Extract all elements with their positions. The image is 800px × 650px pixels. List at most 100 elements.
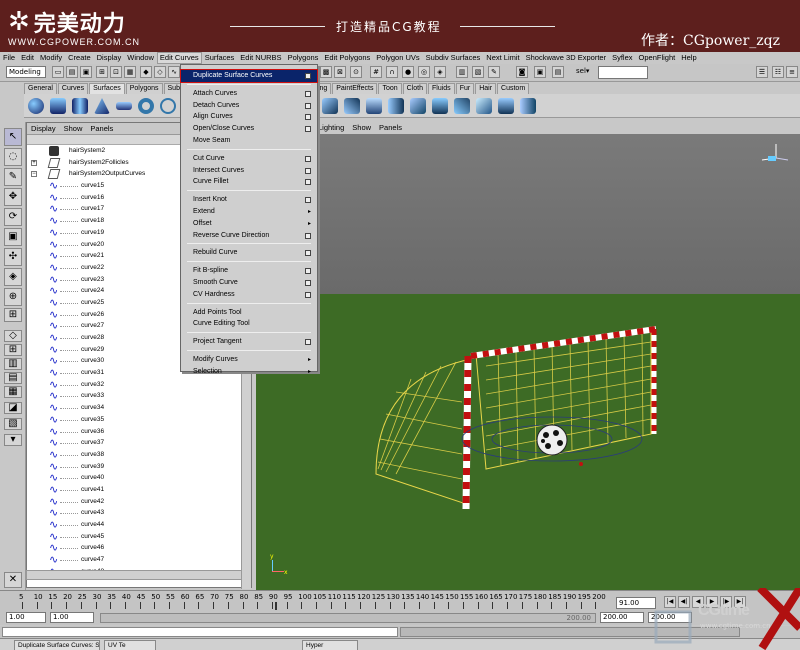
selection-field-label[interactable]: sel▾: [576, 67, 589, 75]
menu-next-limit[interactable]: Next Limit: [483, 52, 522, 64]
menu-subdiv-surfaces[interactable]: Subdiv Surfaces: [423, 52, 484, 64]
shelf-tab-surfaces[interactable]: Surfaces: [89, 83, 125, 94]
input-ops-icon[interactable]: ▥: [456, 66, 468, 78]
open-scene-icon[interactable]: ▤: [66, 66, 78, 78]
make-live-icon[interactable]: ◈: [434, 66, 446, 78]
option-box-icon[interactable]: [305, 291, 311, 298]
range-track[interactable]: 200.00: [100, 613, 596, 623]
menu-window[interactable]: Window: [124, 52, 157, 64]
menu-modify[interactable]: Modify: [37, 52, 65, 64]
menu-item-curve-fillet[interactable]: Curve Fillet: [181, 176, 317, 188]
shelf-tab-painteffects[interactable]: PaintEffects: [332, 83, 378, 94]
shelf-tab-cloth[interactable]: Cloth: [402, 83, 427, 94]
menu-polygon-uvs[interactable]: Polygon UVs: [373, 52, 422, 64]
outliner-curve-item[interactable]: ∿ curve36: [27, 426, 251, 438]
shelf-tab-hair[interactable]: Hair: [475, 83, 497, 94]
menu-item-rebuild-curve[interactable]: Rebuild Curve: [181, 247, 317, 259]
highlight-selection-icon[interactable]: ⊙: [350, 66, 362, 78]
layout-four-icon[interactable]: ⊞: [4, 344, 22, 356]
nurbs-cylinder-icon[interactable]: [72, 98, 88, 114]
construction-history-icon[interactable]: ✎: [488, 66, 500, 78]
option-box-icon[interactable]: [305, 268, 311, 275]
menu-syflex[interactable]: Syflex: [609, 52, 635, 64]
menu-item-selection[interactable]: Selection ▸: [181, 366, 317, 378]
menu-item-open-close-curves[interactable]: Open/Close Curves: [181, 123, 317, 135]
outliner-curve-item[interactable]: ∿ curve39: [27, 461, 251, 473]
snap-point-icon[interactable]: ●: [402, 66, 414, 78]
new-scene-icon[interactable]: ▭: [52, 66, 64, 78]
render-frame-icon[interactable]: ▣: [534, 66, 546, 78]
option-box-icon[interactable]: [305, 90, 311, 97]
layout-hypershade-icon[interactable]: ▧: [4, 418, 22, 430]
taskbar-item[interactable]: Duplicate Surface Curves: S: [14, 640, 100, 650]
select-surface-icon[interactable]: ▩: [320, 66, 332, 78]
menu-item-modify-curves[interactable]: Modify Curves ▸: [181, 354, 317, 366]
goal-net[interactable]: [375, 328, 652, 505]
layout-graph-icon[interactable]: ◪: [4, 402, 22, 414]
lasso-tool-icon[interactable]: ◌: [4, 148, 22, 166]
option-box-icon[interactable]: [305, 280, 311, 286]
attach-surfaces-icon[interactable]: [498, 98, 514, 114]
shelf-tab-curves[interactable]: Curves: [57, 83, 89, 94]
menu-edit-curves[interactable]: Edit Curves: [156, 52, 202, 64]
render-view-icon[interactable]: ◙: [516, 66, 528, 78]
menu-item-offset[interactable]: Offset ▸: [181, 218, 317, 230]
outliner-menu-show[interactable]: Show: [60, 123, 87, 134]
expand-toggle-icon[interactable]: −: [31, 171, 37, 178]
menu-help[interactable]: Help: [678, 52, 699, 64]
menu-create[interactable]: Create: [65, 52, 94, 64]
snap-grid-icon[interactable]: #: [370, 66, 382, 78]
menu-item-cut-curve[interactable]: Cut Curve: [181, 153, 317, 165]
extrude-icon[interactable]: [366, 98, 382, 114]
menu-item-intersect-curves[interactable]: Intersect Curves: [181, 165, 317, 177]
playback-end-field[interactable]: 200.00: [600, 612, 644, 623]
outliner-curve-item[interactable]: ∿ curve35: [27, 414, 251, 426]
menu-file[interactable]: File: [0, 52, 18, 64]
save-scene-icon[interactable]: ▣: [80, 66, 92, 78]
layout-side-icon[interactable]: ▥: [4, 358, 22, 370]
menu-item-reverse-curve-direction[interactable]: Reverse Curve Direction: [181, 230, 317, 242]
menu-item-attach-curves[interactable]: Attach Curves: [181, 88, 317, 100]
outliner-curve-item[interactable]: ∿ curve42: [27, 496, 251, 508]
outliner-menu-panels[interactable]: Panels: [86, 123, 117, 134]
outliner-curve-item[interactable]: ∿ curve43: [27, 507, 251, 519]
loft-icon[interactable]: [322, 98, 338, 114]
menu-openflight[interactable]: OpenFlight: [636, 52, 679, 64]
view-axis-icon[interactable]: [761, 144, 789, 161]
selection-field[interactable]: [598, 66, 648, 79]
snap-view-icon[interactable]: ◎: [418, 66, 430, 78]
taskbar-item[interactable]: Hyper: [302, 640, 358, 650]
menu-item-extend[interactable]: Extend ▸: [181, 206, 317, 218]
shelf-tab-fluids[interactable]: Fluids: [428, 83, 455, 94]
viewport-menu-lighting[interactable]: Lighting: [314, 122, 348, 134]
channel-box-icon[interactable]: ☷: [772, 66, 784, 78]
menu-edit-nurbs[interactable]: Edit NURBS: [237, 52, 284, 64]
select-component-icon[interactable]: ▦: [124, 66, 136, 78]
menu-item-smooth-curve[interactable]: Smooth Curve: [181, 277, 317, 289]
option-box-icon[interactable]: [305, 167, 311, 174]
command-input[interactable]: [2, 627, 398, 637]
attribute-editor-icon[interactable]: ☰: [756, 66, 768, 78]
option-box-icon[interactable]: [305, 250, 311, 257]
layout-persp-outliner-icon[interactable]: ▦: [4, 386, 22, 398]
outliner-curve-item[interactable]: ∿ curve37: [27, 437, 251, 449]
menu-display[interactable]: Display: [94, 52, 125, 64]
select-curve-icon[interactable]: ∿: [168, 66, 180, 78]
ipr-render-icon[interactable]: ▤: [552, 66, 564, 78]
option-box-icon[interactable]: [305, 179, 311, 186]
option-box-icon[interactable]: [305, 339, 311, 346]
nurbs-torus-icon[interactable]: [138, 98, 154, 114]
move-tool-icon[interactable]: ✥: [4, 188, 22, 206]
trim-tool-icon[interactable]: [476, 98, 492, 114]
menu-item-fit-b-spline[interactable]: Fit B-spline: [181, 265, 317, 277]
select-object-icon[interactable]: ⊡: [110, 66, 122, 78]
outliner-curve-item[interactable]: ∿ curve41: [27, 484, 251, 496]
menu-edit-polygons[interactable]: Edit Polygons: [321, 52, 373, 64]
outliner-hscrollbar[interactable]: [26, 570, 242, 580]
outliner-curve-item[interactable]: ∿ curve32: [27, 379, 251, 391]
nurbs-circle-icon[interactable]: [160, 98, 176, 114]
paint-select-icon[interactable]: ✎: [4, 168, 22, 186]
tool-settings-icon[interactable]: ≡: [786, 66, 798, 78]
shelf-tab-polygons[interactable]: Polygons: [125, 83, 163, 94]
nurbs-sphere-icon[interactable]: [28, 98, 44, 114]
